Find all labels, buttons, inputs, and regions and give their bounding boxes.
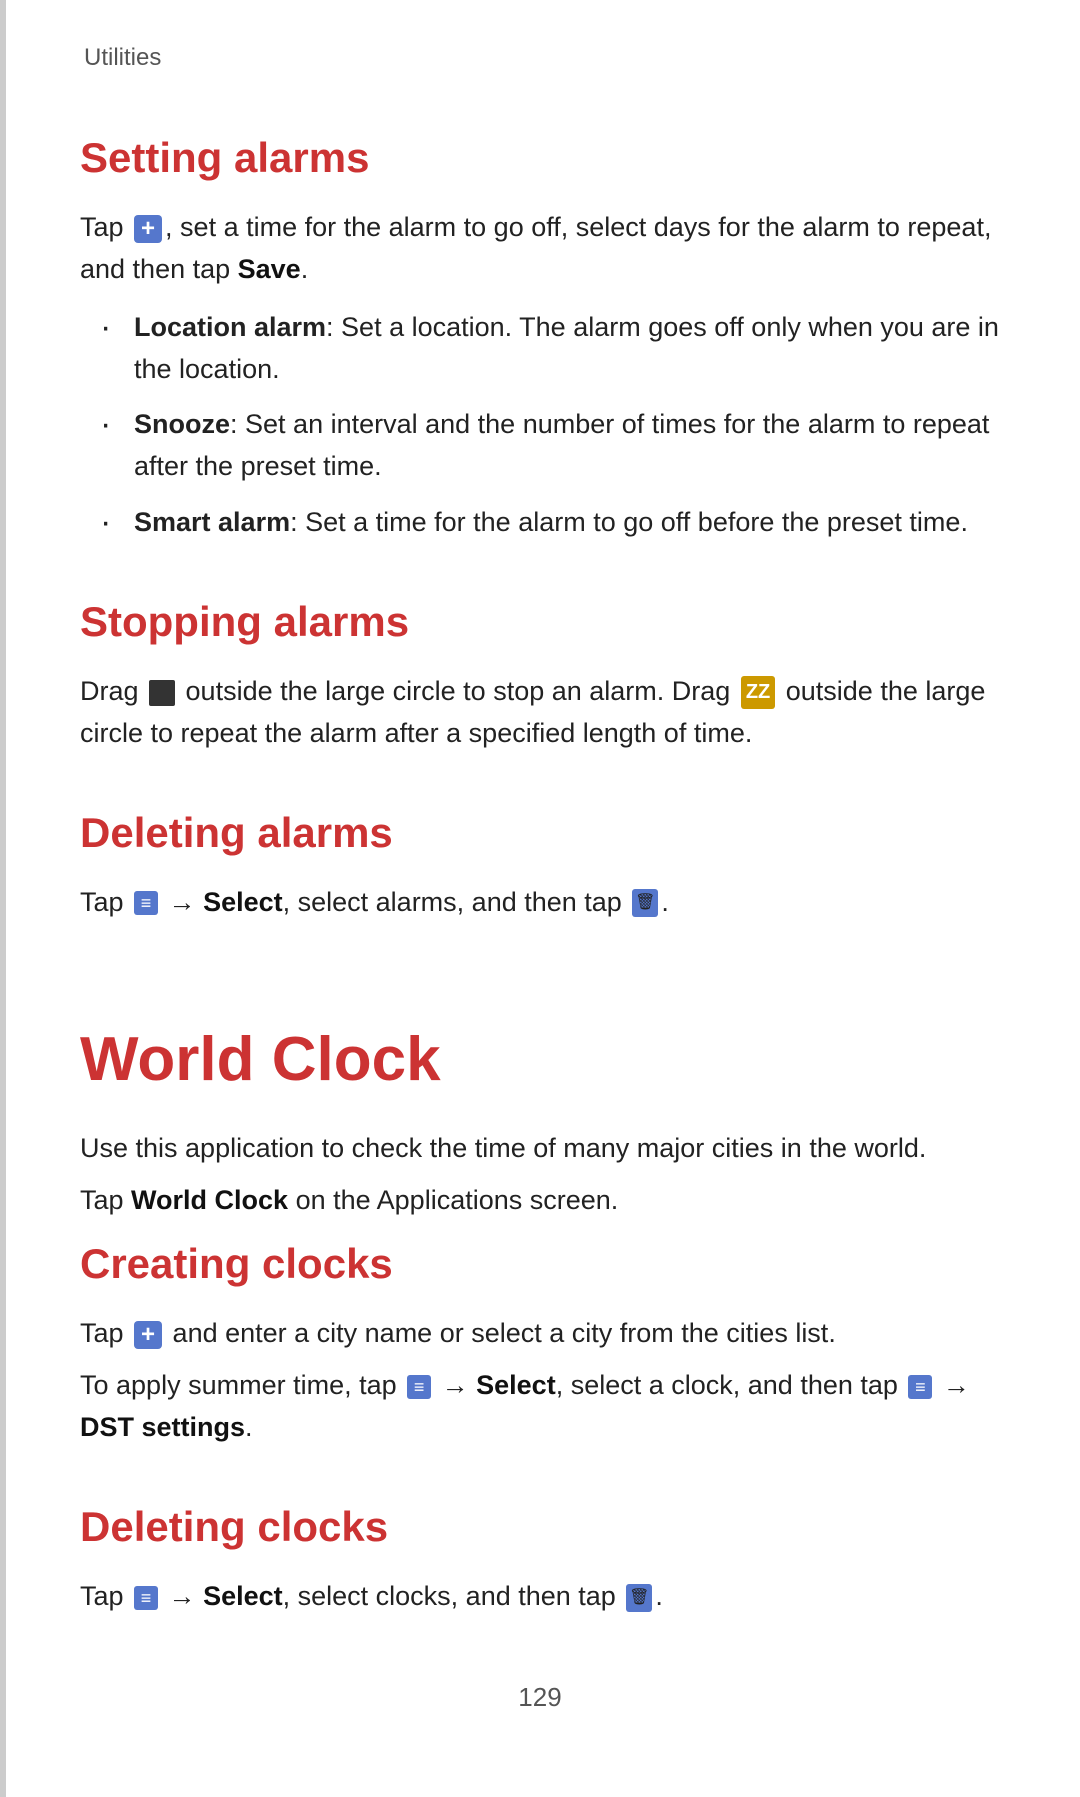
plus-icon-2 (134, 1321, 162, 1349)
setting-alarms-bullets: Location alarm: Set a location. The alar… (110, 307, 1000, 544)
deleting-clocks-text: Tap → Select, select clocks, and then ta… (80, 1576, 1000, 1618)
bullet-snooze: Snooze: Set an interval and the number o… (110, 404, 1000, 488)
heading-deleting-alarms: Deleting alarms (80, 801, 1000, 864)
bullet-smart-alarm: Smart alarm: Set a time for the alarm to… (110, 502, 1000, 544)
section-deleting-alarms: Deleting alarms Tap → Select, select ala… (80, 801, 1000, 924)
trash-icon-2 (626, 1584, 652, 1612)
section-creating-clocks: Creating clocks Tap and enter a city nam… (80, 1232, 1000, 1449)
page-left-border (0, 0, 6, 1797)
zz-icon: ZZ (741, 676, 775, 709)
world-clock-bold: World Clock (131, 1185, 288, 1215)
section-stopping-alarms: Stopping alarms Drag outside the large c… (80, 590, 1000, 755)
dst-settings-bold: DST settings (80, 1412, 245, 1442)
breadcrumb: Utilities (84, 40, 1000, 76)
menu-icon-1 (134, 891, 158, 915)
menu-icon-3 (908, 1375, 932, 1399)
menu-icon-4 (134, 1586, 158, 1610)
select-bold-2: Select (476, 1370, 556, 1400)
world-clock-intro2: Tap World Clock on the Applications scre… (80, 1180, 1000, 1222)
section-setting-alarms: Setting alarms Tap , set a time for the … (80, 126, 1000, 544)
heading-stopping-alarms: Stopping alarms (80, 590, 1000, 653)
heading-creating-clocks: Creating clocks (80, 1232, 1000, 1295)
snooze-label: Snooze (134, 409, 230, 439)
section-deleting-clocks: Deleting clocks Tap → Select, select clo… (80, 1495, 1000, 1618)
setting-alarms-intro: Tap , set a time for the alarm to go off… (80, 207, 1000, 291)
menu-icon-2 (407, 1375, 431, 1399)
bullet-location-alarm: Location alarm: Set a location. The alar… (110, 307, 1000, 391)
stop-icon (149, 680, 175, 706)
creating-clocks-text1: Tap and enter a city name or select a ci… (80, 1313, 1000, 1355)
smart-alarm-label: Smart alarm (134, 507, 290, 537)
heading-world-clock: World Clock (80, 1013, 1000, 1106)
plus-icon (134, 215, 162, 243)
world-clock-intro1: Use this application to check the time o… (80, 1128, 1000, 1170)
deleting-alarms-text: Tap → Select, select alarms, and then ta… (80, 882, 1000, 924)
save-bold: Save (238, 254, 301, 284)
stopping-alarms-text: Drag outside the large circle to stop an… (80, 671, 1000, 755)
creating-clocks-text2: To apply summer time, tap → Select, sele… (80, 1365, 1000, 1449)
heading-setting-alarms: Setting alarms (80, 126, 1000, 189)
trash-icon-1 (632, 889, 658, 917)
select-bold-1: Select (203, 887, 283, 917)
heading-deleting-clocks: Deleting clocks (80, 1495, 1000, 1558)
section-world-clock: World Clock Use this application to chec… (80, 973, 1000, 1222)
location-alarm-label: Location alarm (134, 312, 326, 342)
page-number: 129 (80, 1678, 1000, 1717)
select-bold-3: Select (203, 1581, 283, 1611)
